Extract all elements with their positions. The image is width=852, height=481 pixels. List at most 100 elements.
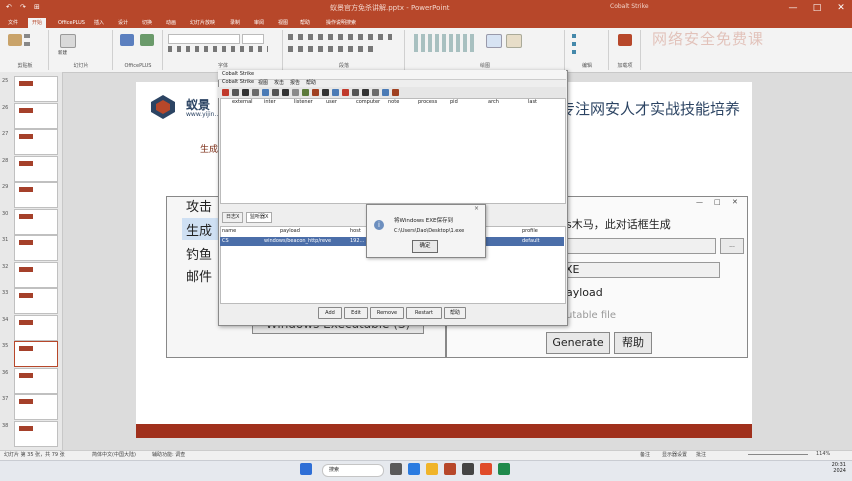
toolbar-icon[interactable] <box>232 89 239 96</box>
copy-icon[interactable] <box>24 42 30 46</box>
col-computer[interactable]: computer <box>356 99 380 105</box>
toolbar-icon[interactable] <box>292 89 299 96</box>
app2-icon[interactable] <box>498 463 510 475</box>
toolbar-icon[interactable] <box>392 89 399 96</box>
close-icon[interactable]: × <box>474 205 479 212</box>
comments-button[interactable]: 批注 <box>696 451 706 458</box>
shapes-gallery[interactable] <box>414 34 474 52</box>
tab-transitions[interactable]: 切换 <box>138 18 156 28</box>
slide-thumbnail[interactable] <box>14 420 58 447</box>
restart-button[interactable]: Restart <box>406 307 442 319</box>
font-name-select[interactable] <box>168 34 240 44</box>
new-slide-icon[interactable] <box>60 34 76 48</box>
col-profile[interactable]: profile <box>522 228 538 234</box>
col-internal[interactable]: inter <box>264 99 276 105</box>
col-arch[interactable]: arch <box>488 99 499 105</box>
edit-button[interactable]: Edit <box>344 307 368 319</box>
col-last[interactable]: last <box>528 99 537 105</box>
tab-listeners[interactable]: 监听器X <box>246 212 273 223</box>
toolbar-icon[interactable] <box>222 89 229 96</box>
zoom-level[interactable]: 114% <box>816 451 830 457</box>
toolbar-icon[interactable] <box>272 89 279 96</box>
tab-view[interactable]: 视图 <box>274 18 292 28</box>
cs-help-button[interactable]: 帮助 <box>444 307 466 319</box>
slide-thumbnail[interactable] <box>14 367 58 394</box>
tab-help[interactable]: 帮助 <box>296 18 314 28</box>
arrange-icon[interactable] <box>486 34 502 48</box>
powerpoint-icon[interactable] <box>444 463 456 475</box>
slide-thumbnail[interactable] <box>14 76 58 102</box>
col-name[interactable]: name <box>222 228 236 234</box>
edge-icon[interactable] <box>408 463 420 475</box>
toolbar-icon[interactable] <box>342 89 349 96</box>
slide-thumbnail[interactable] <box>14 261 58 288</box>
ok-button[interactable]: 确定 <box>412 240 438 253</box>
beacons-table[interactable] <box>220 98 566 204</box>
cs-menu-cobalt[interactable]: Cobalt Strike <box>222 79 254 85</box>
toolbar-icon[interactable] <box>332 89 339 96</box>
font-size-select[interactable] <box>242 34 264 44</box>
col-note[interactable]: note <box>388 99 399 105</box>
toolbar-icon[interactable] <box>242 89 249 96</box>
account-name[interactable]: Cobalt Strike <box>610 3 649 10</box>
list-icons[interactable] <box>288 34 392 40</box>
toolbar-icon[interactable] <box>252 89 259 96</box>
cut-icon[interactable] <box>24 34 30 38</box>
template-icon[interactable] <box>140 34 154 46</box>
close-button[interactable]: ✕ <box>830 0 852 16</box>
minimize-button[interactable]: — <box>782 0 804 16</box>
tab-slideshow[interactable]: 幻灯片放映 <box>186 18 219 28</box>
toolbar-icon[interactable] <box>312 89 319 96</box>
col-pid[interactable]: pid <box>450 99 458 105</box>
tab-insert[interactable]: 插入 <box>90 18 108 28</box>
toolbar-icon[interactable] <box>382 89 389 96</box>
zoom-slider[interactable] <box>748 454 808 455</box>
accessibility-indicator[interactable]: 辅助功能: 调查 <box>152 451 185 458</box>
quick-styles-icon[interactable] <box>506 34 522 48</box>
tab-log[interactable]: 日志X <box>222 212 244 223</box>
slide-thumbnail[interactable] <box>14 314 58 341</box>
toolbar-icon[interactable] <box>282 89 289 96</box>
tab-officeplus[interactable]: OfficePLUS <box>54 18 89 28</box>
customize-icon[interactable]: ⊞ <box>34 3 40 11</box>
clock[interactable]: 20:31 2024 <box>812 462 846 474</box>
cs-menu-view[interactable]: 视图 <box>258 79 268 86</box>
add-button[interactable]: Add <box>318 307 342 319</box>
cs-menu-attack[interactable]: 攻击 <box>274 79 284 86</box>
notes-button[interactable]: 备注 <box>640 451 650 458</box>
slide-thumbnail[interactable] <box>14 102 58 129</box>
col-process[interactable]: process <box>418 99 437 105</box>
redo-icon[interactable]: ↷ <box>20 3 26 11</box>
explorer-icon[interactable] <box>426 463 438 475</box>
find-icon[interactable] <box>572 34 576 38</box>
paste-icon[interactable] <box>8 34 22 46</box>
cs-titlebar[interactable]: Cobalt Strike <box>218 70 566 80</box>
terminal-icon[interactable] <box>462 463 474 475</box>
app-icon[interactable] <box>480 463 492 475</box>
font-format-icons[interactable] <box>168 46 268 52</box>
toolbar-icon[interactable] <box>352 89 359 96</box>
addin-icon[interactable] <box>618 34 632 46</box>
maximize-button[interactable]: □ <box>806 0 828 16</box>
tab-design[interactable]: 设计 <box>114 18 132 28</box>
remove-button[interactable]: Remove <box>370 307 404 319</box>
task-view-icon[interactable] <box>390 463 402 475</box>
col-host[interactable]: host <box>350 228 361 234</box>
align-icons[interactable] <box>288 46 378 52</box>
taskbar-search[interactable]: 搜索 <box>322 464 384 477</box>
tab-home[interactable]: 开始 <box>28 18 47 28</box>
officeplus-icon[interactable] <box>120 34 134 46</box>
toolbar-icon[interactable] <box>362 89 369 96</box>
slide-thumbnail[interactable] <box>14 208 58 235</box>
select-icon[interactable] <box>572 50 576 54</box>
start-icon[interactable] <box>300 463 312 475</box>
col-user[interactable]: user <box>326 99 337 105</box>
slide-thumbnail[interactable] <box>14 182 58 208</box>
slide-thumbnail[interactable] <box>14 129 58 155</box>
display-settings-button[interactable]: 显示器设置 <box>662 451 687 458</box>
cs-menu-help[interactable]: 帮助 <box>306 79 316 86</box>
undo-icon[interactable]: ↶ <box>6 3 12 11</box>
col-listener[interactable]: listener <box>294 99 313 105</box>
toolbar-icon[interactable] <box>372 89 379 96</box>
col-payload[interactable]: payload <box>280 228 300 234</box>
